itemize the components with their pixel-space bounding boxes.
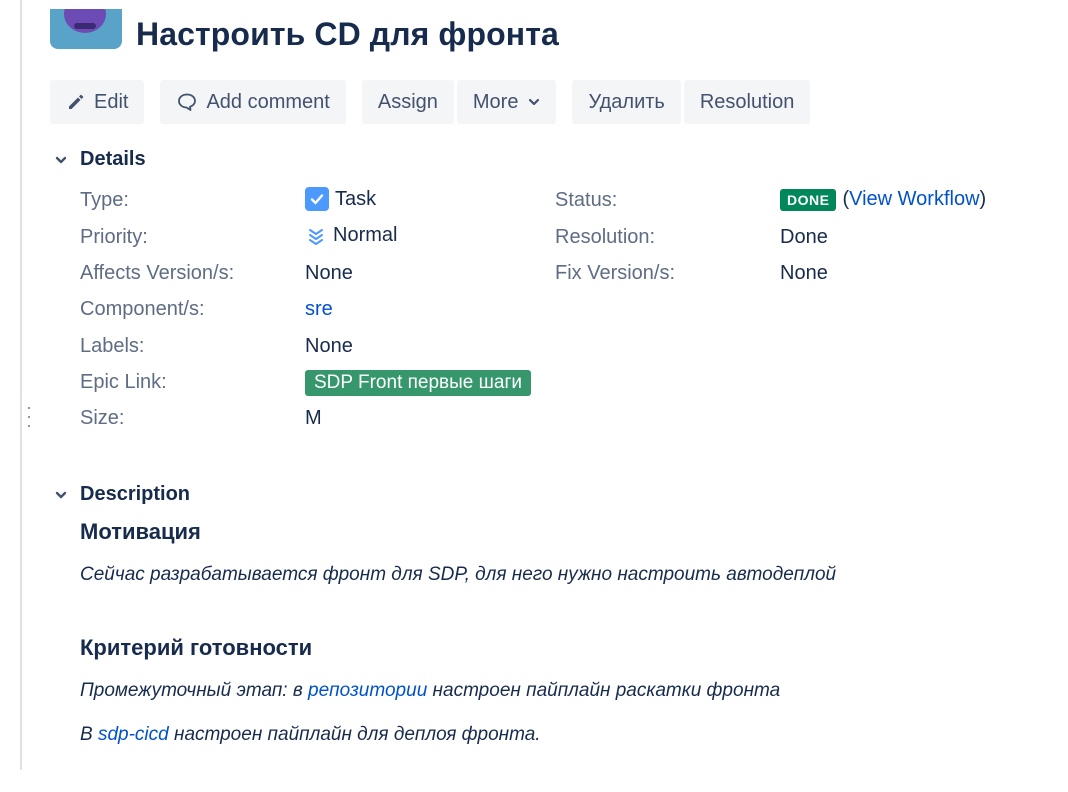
criteria-1-before: Промежуточный этап: в bbox=[80, 680, 309, 701]
status-label: Status: bbox=[555, 189, 618, 211]
epic-link-value: SDP Front первые шаги bbox=[305, 370, 531, 396]
edit-button[interactable]: Edit bbox=[50, 80, 145, 124]
view-workflow-link[interactable]: View Workflow bbox=[849, 188, 979, 211]
size-label: Size: bbox=[80, 407, 125, 429]
issue-toolbar: Edit Add comment Assign More Удалить Res… bbox=[50, 80, 811, 124]
delete-button[interactable]: Удалить bbox=[572, 80, 681, 124]
type-value: Task bbox=[305, 187, 376, 211]
chevron-down-icon bbox=[528, 96, 540, 108]
repository-link[interactable]: репозитории bbox=[308, 680, 427, 701]
resolution-label: Resolution: bbox=[555, 226, 656, 248]
fix-version-value: None bbox=[780, 262, 828, 284]
size-value: M bbox=[305, 407, 322, 429]
status-badge: DONE bbox=[780, 188, 837, 211]
labels-value: None bbox=[305, 335, 353, 357]
more-button[interactable]: More bbox=[456, 80, 557, 124]
criteria-2-before: В bbox=[80, 724, 98, 745]
motivation-text: Сейчас разрабатывается фронт для SDP, дл… bbox=[80, 564, 837, 585]
epic-link-label: Epic Link: bbox=[80, 371, 167, 393]
description-heading: Description bbox=[80, 483, 191, 505]
criteria-1-after: настроен пайплайн раскатки фронта bbox=[427, 680, 781, 701]
criteria-line-2: В sdp-cicd настроен пайплайн для деплоя … bbox=[80, 724, 541, 746]
workflow-paren-open: ( bbox=[842, 188, 850, 210]
priority-normal-icon bbox=[305, 225, 327, 247]
edit-label: Edit bbox=[94, 90, 129, 113]
priority-value: Normal bbox=[305, 224, 397, 247]
comment-icon bbox=[176, 91, 198, 113]
add-comment-button[interactable]: Add comment bbox=[160, 80, 346, 124]
issue-header: Настроить CD для фронта bbox=[50, 8, 559, 60]
epic-lozenge[interactable]: SDP Front первые шаги bbox=[305, 370, 531, 396]
labels-label: Labels: bbox=[80, 335, 145, 357]
chevron-down-icon[interactable] bbox=[52, 486, 70, 504]
component-link[interactable]: sre bbox=[305, 298, 333, 321]
pencil-icon bbox=[66, 92, 86, 112]
type-text: Task bbox=[335, 187, 377, 210]
affects-version-value: None bbox=[305, 262, 353, 284]
issue-title: Настроить CD для фронта bbox=[136, 15, 559, 52]
chevron-down-icon[interactable] bbox=[52, 151, 70, 169]
done-criteria-heading: Критерий готовности bbox=[80, 635, 313, 660]
more-label: More bbox=[472, 90, 519, 113]
resolution-button[interactable]: Resolution bbox=[683, 80, 811, 124]
criteria-line-1: Промежуточный этап: в репозитории настро… bbox=[80, 680, 780, 702]
priority-text: Normal bbox=[333, 224, 398, 246]
priority-label: Priority: bbox=[80, 226, 148, 248]
status-value: DONE (View Workflow) bbox=[780, 188, 986, 211]
project-avatar[interactable] bbox=[50, 9, 122, 49]
component-label: Component/s: bbox=[80, 298, 205, 320]
workflow-paren-close: ) bbox=[979, 188, 987, 210]
sdp-cicd-link[interactable]: sdp-cicd bbox=[98, 724, 169, 745]
left-divider bbox=[20, 0, 22, 770]
assign-button[interactable]: Assign bbox=[361, 80, 454, 124]
drag-handle-icon[interactable] bbox=[27, 407, 31, 427]
details-section-header[interactable]: Details bbox=[52, 148, 146, 171]
motivation-heading: Мотивация bbox=[80, 519, 201, 544]
description-section-header[interactable]: Description bbox=[52, 483, 190, 506]
issue-view: Настроить CD для фронта Edit Add comment… bbox=[0, 0, 1068, 792]
fix-version-label: Fix Version/s: bbox=[555, 262, 676, 284]
criteria-2-after: настроен пайплайн для деплоя фронта. bbox=[168, 724, 541, 745]
details-heading: Details bbox=[80, 148, 146, 170]
affects-version-label: Affects Version/s: bbox=[80, 262, 235, 284]
task-checkbox-icon bbox=[305, 187, 329, 211]
resolution-value: Done bbox=[780, 226, 828, 248]
add-comment-label: Add comment bbox=[206, 90, 330, 113]
type-label: Type: bbox=[80, 189, 129, 211]
